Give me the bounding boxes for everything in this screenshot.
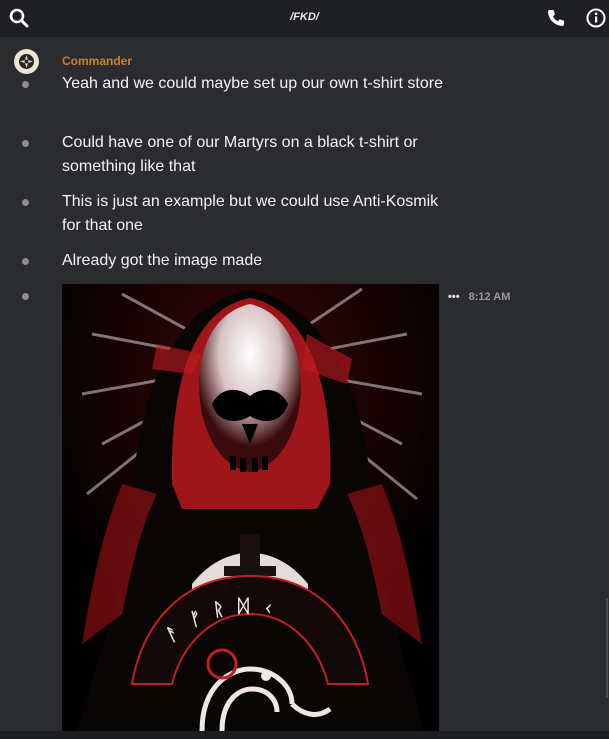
- hooded-skull-artwork: ᚨ ᚠ ᚱ ᛞ ᚲ: [62, 284, 439, 731]
- info-icon[interactable]: [585, 7, 607, 29]
- message-bullet: [22, 293, 29, 300]
- svg-text:ᛞ: ᛞ: [238, 596, 249, 616]
- chat-header: /FKD/: [0, 0, 609, 37]
- bottom-bar: [0, 731, 609, 739]
- message-bullet: [22, 199, 29, 206]
- phone-icon[interactable]: [545, 7, 567, 29]
- message-text: Could have one of our Martyrs on a black…: [62, 134, 418, 175]
- more-options-icon[interactable]: •••: [448, 291, 460, 303]
- chat-title: /FKD/: [290, 11, 319, 23]
- message-text: This is just an example but we could use…: [62, 193, 439, 234]
- message-author[interactable]: Commander: [62, 54, 132, 68]
- message-bullet: [22, 81, 29, 88]
- message-bullet: [22, 140, 29, 147]
- message-meta: ••• 8:12 AM: [448, 291, 510, 303]
- scrollbar[interactable]: [606, 598, 608, 698]
- avatar-emblem-icon: [14, 49, 39, 74]
- message-text: Already got the image made: [62, 252, 263, 269]
- message-text: Yeah and we could maybe set up our own t…: [62, 75, 443, 92]
- message-bullet: [22, 258, 29, 265]
- image-attachment[interactable]: ᚨ ᚠ ᚱ ᛞ ᚲ: [62, 284, 439, 731]
- message-timestamp: 8:12 AM: [468, 291, 511, 303]
- avatar[interactable]: [14, 49, 39, 74]
